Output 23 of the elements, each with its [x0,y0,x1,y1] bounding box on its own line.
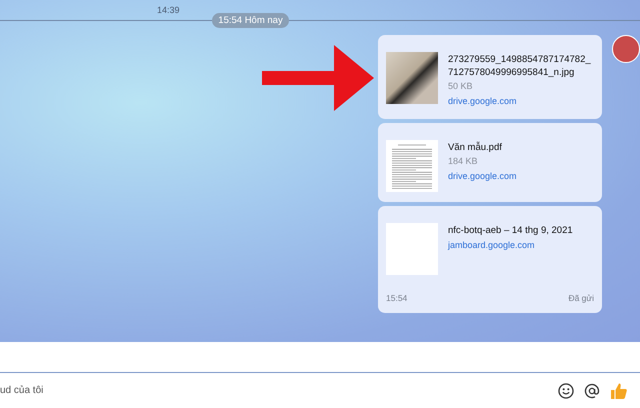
file-card[interactable]: nfc-botq-aeb – 14 thg 9, 2021 jamboard.google.com 15:54 Đã gửi [378,206,602,313]
file-name: 273279559_1498854787174782_7127578049996995841_n.jpg [448,53,592,79]
file-card[interactable]: Văn mẫu.pdf 184 KB drive.google.com [378,123,602,202]
delivery-status: Đã gửi [568,293,594,303]
source-link[interactable]: drive.google.com [448,93,594,109]
file-name: nfc-botq-aeb – 14 thg 9, 2021 [448,224,573,237]
file-card[interactable]: 273279559_1498854787174782_7127578049996995841_n.jpg 50 KB drive.google.com [378,35,602,119]
photo-placeholder [386,52,438,104]
file-size: 184 KB [448,155,479,168]
emoji-icon[interactable] [558,382,574,398]
file-size: 50 KB [448,80,474,93]
mention-icon[interactable] [584,382,600,398]
date-divider: 15:54 Hôm nay [212,12,289,28]
message-time: 15:54 [386,293,408,303]
message-input[interactable]: ud của tôi [0,385,548,396]
message-time: 14:39 [157,5,180,15]
source-link[interactable]: jamboard.google.com [448,237,573,253]
thumbs-up-icon[interactable] [610,382,628,400]
source-link[interactable]: drive.google.com [448,168,517,184]
file-name: Văn mẫu.pdf [448,141,503,154]
document-thumbnail [386,140,438,192]
avatar[interactable] [612,35,640,63]
blank-thumbnail [386,223,438,275]
